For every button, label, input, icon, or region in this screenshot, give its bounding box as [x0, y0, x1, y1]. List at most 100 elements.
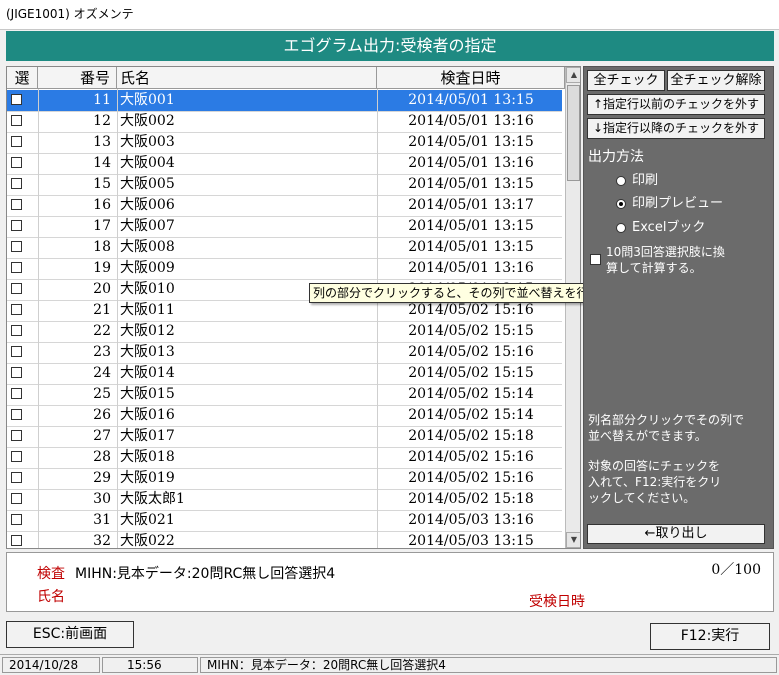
- table-row[interactable]: 11 大阪001 2014/05/01 13:15: [7, 90, 562, 112]
- option-preview-label[interactable]: 印刷プレビュー: [632, 195, 723, 212]
- column-header-number[interactable]: 番号: [38, 67, 117, 89]
- row-select-cell[interactable]: [7, 321, 38, 342]
- row-select-cell[interactable]: [7, 258, 38, 279]
- row-date: 2014/05/01 13:17: [408, 197, 534, 213]
- row-checkbox[interactable]: [11, 346, 22, 357]
- row-name: 大阪007: [120, 218, 175, 234]
- row-select-cell[interactable]: [7, 195, 38, 216]
- table-row[interactable]: 16 大阪006 2014/05/01 13:17: [7, 195, 562, 217]
- row-checkbox[interactable]: [11, 178, 22, 189]
- status-time: 15:56: [102, 657, 198, 673]
- retrieve-button[interactable]: ←取り出し: [587, 524, 765, 544]
- row-checkbox[interactable]: [11, 472, 22, 483]
- row-checkbox[interactable]: [11, 157, 22, 168]
- row-name: 大阪003: [120, 134, 175, 150]
- row-select-cell[interactable]: [7, 300, 38, 321]
- row-checkbox[interactable]: [11, 430, 22, 441]
- row-checkbox[interactable]: [11, 136, 22, 147]
- row-checkbox[interactable]: [11, 94, 22, 105]
- table-row[interactable]: 21 大阪011 2014/05/02 15:16: [7, 300, 562, 322]
- table-row[interactable]: 12 大阪002 2014/05/01 13:16: [7, 111, 562, 133]
- row-checkbox[interactable]: [11, 283, 22, 294]
- table-row[interactable]: 24 大阪014 2014/05/02 15:15: [7, 363, 562, 385]
- row-checkbox[interactable]: [11, 304, 22, 315]
- row-checkbox[interactable]: [11, 388, 22, 399]
- option-excel-label[interactable]: Excelブック: [632, 219, 705, 236]
- table-row[interactable]: 13 大阪003 2014/05/01 13:15: [7, 132, 562, 154]
- row-select-cell[interactable]: [7, 531, 38, 548]
- table-scrollbar[interactable]: ▲ ▼: [565, 67, 580, 548]
- row-select-cell[interactable]: [7, 489, 38, 510]
- row-select-cell[interactable]: [7, 447, 38, 468]
- row-select-cell[interactable]: [7, 363, 38, 384]
- table-row[interactable]: 19 大阪009 2014/05/01 13:16: [7, 258, 562, 280]
- row-checkbox[interactable]: [11, 451, 22, 462]
- row-select-cell[interactable]: [7, 468, 38, 489]
- row-select-cell[interactable]: [7, 153, 38, 174]
- row-name: 大阪016: [120, 407, 175, 423]
- row-checkbox[interactable]: [11, 220, 22, 231]
- row-select-cell[interactable]: [7, 510, 38, 531]
- exec-help-line1: 対象の回答にチェックを: [588, 459, 721, 473]
- row-checkbox[interactable]: [11, 115, 22, 126]
- row-name: 大阪008: [120, 239, 175, 255]
- table-row[interactable]: 31 大阪021 2014/05/03 13:16: [7, 510, 562, 532]
- convert-checkbox[interactable]: [590, 254, 601, 265]
- table-row[interactable]: 32 大阪022 2014/05/03 13:15: [7, 531, 562, 548]
- column-header-select[interactable]: 選: [7, 67, 38, 89]
- row-checkbox[interactable]: [11, 199, 22, 210]
- table-row[interactable]: 23 大阪013 2014/05/02 15:16: [7, 342, 562, 364]
- uncheck-before-button[interactable]: ↑指定行以前のチェックを外す: [587, 94, 765, 115]
- scroll-down-icon[interactable]: ▼: [566, 532, 580, 548]
- radio-print-icon[interactable]: [616, 176, 626, 186]
- row-date: 2014/05/02 15:16: [408, 302, 534, 318]
- radio-excel-icon[interactable]: [616, 223, 626, 233]
- row-select-cell[interactable]: [7, 216, 38, 237]
- row-select-cell[interactable]: [7, 279, 38, 300]
- column-header-date[interactable]: 検査日時: [377, 67, 565, 89]
- row-checkbox[interactable]: [11, 535, 22, 546]
- row-name: 大阪004: [120, 155, 175, 171]
- column-header-name[interactable]: 氏名: [117, 67, 377, 89]
- table-row[interactable]: 30 大阪太郎1 2014/05/02 15:18: [7, 489, 562, 511]
- row-date: 2014/05/01 13:15: [408, 176, 534, 192]
- table-row[interactable]: 29 大阪019 2014/05/02 15:16: [7, 468, 562, 490]
- uncheck-after-button[interactable]: ↓指定行以降のチェックを外す: [587, 118, 765, 139]
- row-checkbox[interactable]: [11, 409, 22, 420]
- table-row[interactable]: 26 大阪016 2014/05/02 15:14: [7, 405, 562, 427]
- table-row[interactable]: 28 大阪018 2014/05/02 15:16: [7, 447, 562, 469]
- row-select-cell[interactable]: [7, 111, 38, 132]
- row-checkbox[interactable]: [11, 241, 22, 252]
- row-checkbox[interactable]: [11, 262, 22, 273]
- row-select-cell[interactable]: [7, 384, 38, 405]
- f12-execute-button[interactable]: F12:実行: [650, 623, 770, 650]
- radio-preview-icon[interactable]: [616, 199, 626, 209]
- table-row[interactable]: 14 大阪004 2014/05/01 13:16: [7, 153, 562, 175]
- scroll-thumb[interactable]: [567, 85, 580, 181]
- uncheck-all-button[interactable]: 全チェック解除: [667, 70, 765, 91]
- table-row[interactable]: 18 大阪008 2014/05/01 13:15: [7, 237, 562, 259]
- esc-back-button[interactable]: ESC:前画面: [6, 621, 134, 648]
- row-date: 2014/05/02 15:16: [408, 344, 534, 360]
- row-select-cell[interactable]: [7, 132, 38, 153]
- row-select-cell[interactable]: [7, 90, 38, 111]
- table-row[interactable]: 22 大阪012 2014/05/02 15:15: [7, 321, 562, 343]
- table-row[interactable]: 25 大阪015 2014/05/02 15:14: [7, 384, 562, 406]
- row-checkbox[interactable]: [11, 493, 22, 504]
- scroll-up-icon[interactable]: ▲: [566, 67, 580, 83]
- row-checkbox[interactable]: [11, 367, 22, 378]
- row-checkbox[interactable]: [11, 514, 22, 525]
- check-all-button[interactable]: 全チェック: [587, 70, 665, 91]
- table-row[interactable]: 15 大阪005 2014/05/01 13:15: [7, 174, 562, 196]
- row-name: 大阪太郎1: [120, 491, 185, 507]
- row-checkbox[interactable]: [11, 325, 22, 336]
- table-row[interactable]: 27 大阪017 2014/05/02 15:18: [7, 426, 562, 448]
- row-select-cell[interactable]: [7, 342, 38, 363]
- option-print-label[interactable]: 印刷: [632, 172, 658, 189]
- row-select-cell[interactable]: [7, 174, 38, 195]
- row-select-cell[interactable]: [7, 405, 38, 426]
- row-select-cell[interactable]: [7, 237, 38, 258]
- row-select-cell[interactable]: [7, 426, 38, 447]
- window-title-bar: (JIGE1001) オズメンテ: [0, 0, 779, 30]
- table-row[interactable]: 17 大阪007 2014/05/01 13:15: [7, 216, 562, 238]
